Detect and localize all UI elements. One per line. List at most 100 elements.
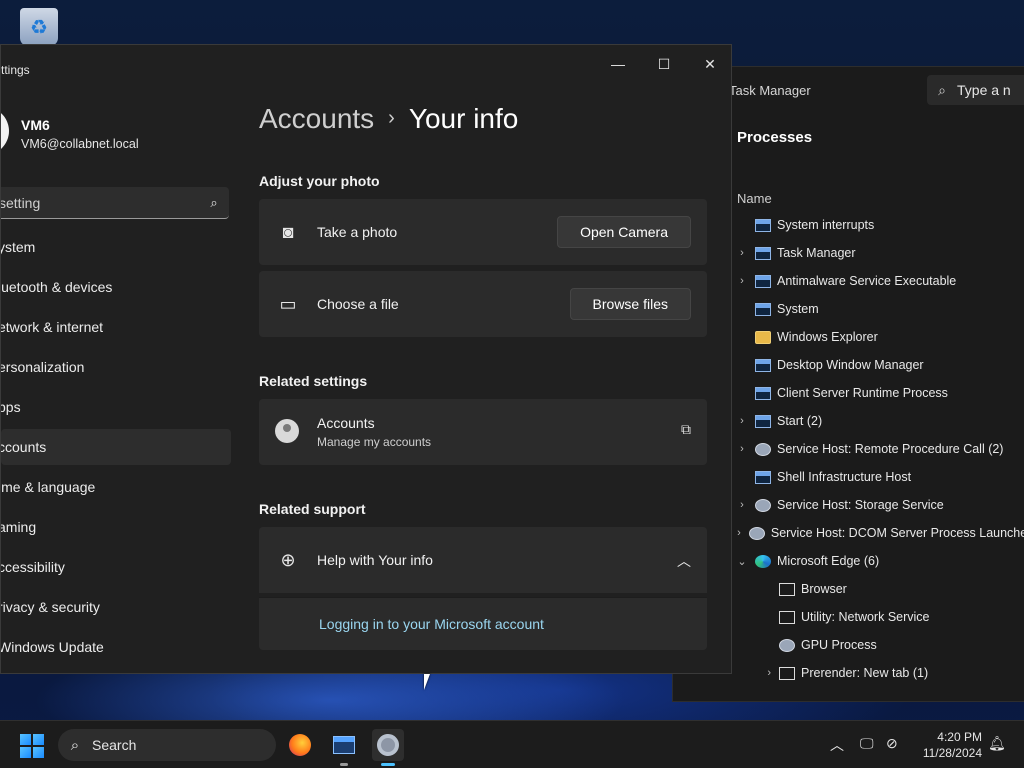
choose-file-label: Choose a file bbox=[317, 296, 399, 312]
chevron-right-icon[interactable]: › bbox=[729, 499, 755, 511]
help-title: Help with Your info bbox=[317, 552, 433, 568]
firefox-taskbar-button[interactable] bbox=[284, 729, 316, 761]
chevron-right-icon[interactable]: › bbox=[729, 247, 755, 259]
process-row[interactable]: › Task Manager bbox=[729, 239, 1024, 267]
process-row[interactable]: Windows Explorer bbox=[729, 323, 1024, 351]
app-process-icon bbox=[755, 302, 771, 316]
chevron-down-icon[interactable]: ⌄ bbox=[729, 555, 755, 568]
task-manager-icon bbox=[333, 736, 355, 754]
process-name: Start (2) bbox=[777, 414, 823, 428]
nav-item[interactable]: ersonalization bbox=[1, 349, 231, 385]
app-process-icon bbox=[755, 386, 771, 400]
recycle-bin-icon[interactable]: ♻ bbox=[20, 8, 58, 46]
process-row[interactable]: Client Server Runtime Process bbox=[729, 379, 1024, 407]
settings-nav: ystem luetooth & devices etwork & internet… bbox=[1, 229, 231, 669]
profile-name: VM6 bbox=[21, 117, 50, 133]
system-clock[interactable]: 4:20 PM 11/28/2024 bbox=[916, 729, 982, 761]
page-title: Your info bbox=[408, 103, 519, 134]
process-row[interactable]: › Service Host: DCOM Server Process Launc… bbox=[729, 519, 1024, 547]
network-icon[interactable]: 🖵 bbox=[860, 735, 874, 752]
find-setting-input[interactable] bbox=[1, 193, 199, 212]
gear-process-icon bbox=[748, 526, 765, 540]
find-setting-box[interactable]: ⌕ bbox=[1, 187, 229, 219]
open-external-icon: ⧉ bbox=[681, 421, 691, 437]
close-button[interactable]: ✕ bbox=[687, 49, 731, 79]
process-row[interactable]: › Antimalware Service Executable bbox=[729, 267, 1024, 295]
app-process-icon bbox=[755, 470, 771, 484]
task-manager-taskbar-button[interactable] bbox=[328, 729, 360, 766]
chevron-up-icon: ︿ bbox=[677, 553, 691, 569]
process-row[interactable]: › Prerender: New tab (1) bbox=[729, 659, 1024, 687]
breadcrumb-separator-icon: › bbox=[388, 107, 395, 129]
process-row[interactable]: ⌄ Microsoft Edge (6) bbox=[729, 547, 1024, 575]
nav-item[interactable]: ystem bbox=[1, 229, 231, 265]
accounts-card[interactable]: Accounts Manage my accounts ⧉ bbox=[259, 399, 707, 465]
window-title: ttings bbox=[1, 63, 30, 77]
search-icon[interactable]: ⌕ bbox=[199, 195, 229, 211]
chevron-up-icon[interactable]: ︿ bbox=[830, 735, 844, 755]
gear-process-icon bbox=[755, 442, 771, 456]
process-row[interactable]: › Service Host: Storage Service bbox=[729, 491, 1024, 519]
task-manager-search[interactable]: ⌕ Type a n bbox=[927, 75, 1024, 105]
help-expander[interactable]: ⊕ Help with Your info ︿ bbox=[259, 527, 707, 593]
chevron-right-icon[interactable]: › bbox=[729, 443, 755, 455]
process-row[interactable]: GPU Process bbox=[729, 631, 1024, 659]
nav-item[interactable]: ccessibility bbox=[1, 549, 231, 585]
nav-item[interactable]: ccounts bbox=[1, 429, 231, 465]
chevron-right-icon[interactable]: › bbox=[729, 667, 779, 679]
nav-item[interactable]: rivacy & security bbox=[1, 589, 231, 625]
process-name: Prerender: New tab (1) bbox=[801, 666, 929, 680]
nav-item-label: rivacy & security bbox=[1, 599, 100, 615]
process-name: Antimalware Service Executable bbox=[777, 274, 957, 288]
breadcrumb-parent[interactable]: Accounts bbox=[259, 103, 374, 134]
chevron-right-icon[interactable]: › bbox=[729, 275, 755, 287]
related-support-heading: Related support bbox=[259, 501, 366, 517]
process-row[interactable]: Desktop Window Manager bbox=[729, 351, 1024, 379]
process-name: Browser bbox=[801, 582, 847, 596]
process-row[interactable]: Utility: Network Service bbox=[729, 603, 1024, 631]
microsoft-account-help-link[interactable]: Logging in to your Microsoft account bbox=[319, 616, 544, 632]
taskbar-search[interactable]: ⌕ Search bbox=[58, 729, 276, 761]
nav-item-label: ccounts bbox=[1, 439, 47, 455]
column-header-name[interactable]: Name bbox=[737, 191, 772, 206]
process-row[interactable]: Shell Infrastructure Host bbox=[729, 463, 1024, 491]
avatar bbox=[1, 107, 9, 155]
notification-bell-icon[interactable]: 🔔︎ bbox=[988, 735, 1006, 752]
process-name: Utility: Network Service bbox=[801, 610, 930, 624]
chevron-right-icon[interactable]: › bbox=[729, 415, 755, 427]
process-row[interactable]: › Service Host: Remote Procedure Call (2) bbox=[729, 435, 1024, 463]
process-row[interactable]: Browser bbox=[729, 575, 1024, 603]
camera-icon: ◙ bbox=[282, 222, 294, 242]
nav-item-label: ime & language bbox=[1, 479, 96, 495]
firefox-icon bbox=[289, 734, 311, 756]
taskbar: ⌕ Search ︿ 🖵 ⊘ 4:20 PM 11/28/2024 🔔︎ bbox=[0, 720, 1024, 768]
take-photo-label: Take a photo bbox=[317, 224, 398, 240]
minimize-button[interactable]: — bbox=[595, 49, 641, 79]
nav-item[interactable]: etwork & internet bbox=[1, 309, 231, 345]
process-row[interactable]: System bbox=[729, 295, 1024, 323]
volume-muted-icon[interactable]: ⊘ bbox=[886, 735, 898, 752]
nav-item[interactable]: Windows Update bbox=[1, 629, 231, 665]
open-camera-button[interactable]: Open Camera bbox=[557, 216, 691, 248]
nav-item[interactable]: pps bbox=[1, 389, 231, 425]
process-row[interactable]: › Start (2) bbox=[729, 407, 1024, 435]
nav-item-label: ersonalization bbox=[1, 359, 85, 375]
process-name: Service Host: Storage Service bbox=[777, 498, 944, 512]
nav-item-label: Windows Update bbox=[1, 639, 104, 655]
nav-item-label: ystem bbox=[1, 239, 36, 255]
nav-item[interactable]: aming bbox=[1, 509, 231, 545]
gear-process-icon bbox=[779, 638, 795, 652]
app-process-icon bbox=[755, 218, 771, 232]
settings-taskbar-button[interactable] bbox=[372, 729, 404, 766]
process-name: Desktop Window Manager bbox=[777, 358, 924, 372]
browse-files-button[interactable]: Browse files bbox=[569, 288, 691, 320]
accounts-avatar-icon bbox=[275, 419, 299, 443]
start-button[interactable] bbox=[20, 734, 44, 758]
active-indicator bbox=[381, 763, 395, 766]
maximize-button[interactable]: ☐ bbox=[641, 49, 687, 79]
nav-item[interactable]: luetooth & devices bbox=[1, 269, 231, 305]
task-manager-search-placeholder[interactable]: Type a n bbox=[957, 82, 1011, 98]
nav-item[interactable]: ime & language bbox=[1, 469, 231, 505]
accounts-card-title: Accounts bbox=[317, 415, 375, 431]
process-row[interactable]: System interrupts bbox=[729, 211, 1024, 239]
